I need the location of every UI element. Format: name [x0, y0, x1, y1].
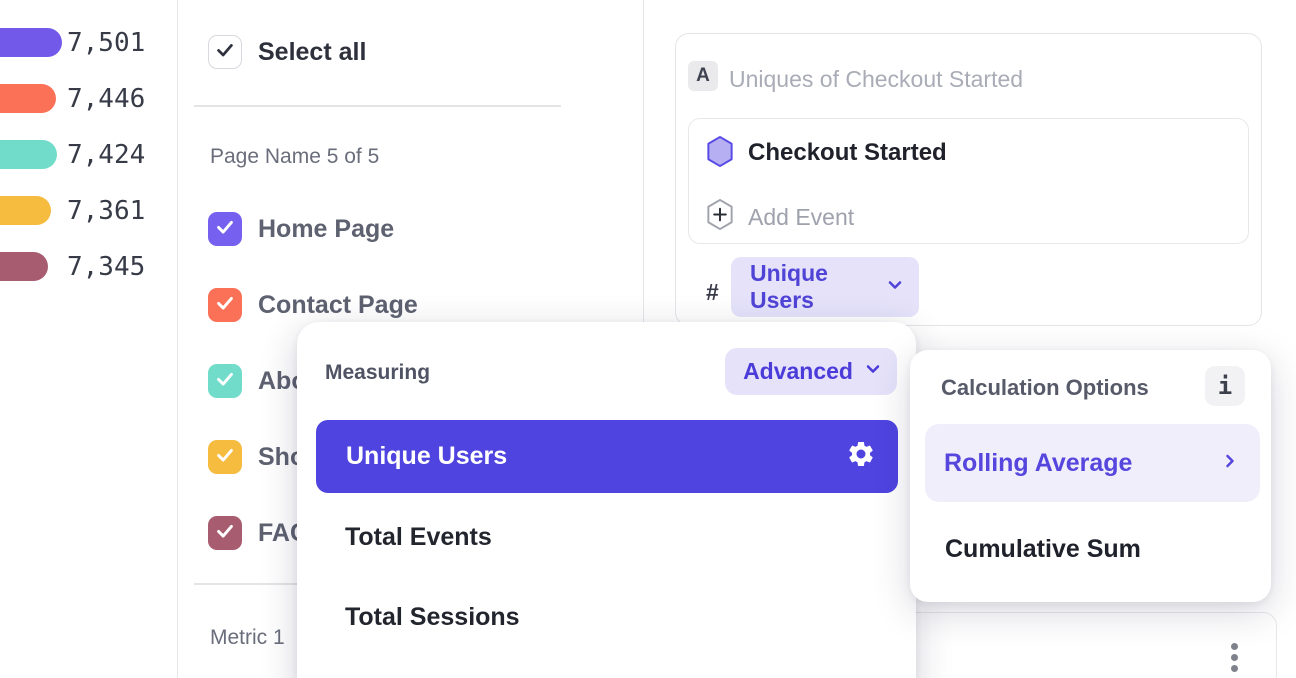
calculation-options-title: Calculation Options — [941, 374, 1149, 402]
check-icon — [214, 520, 236, 547]
select-all-checkbox[interactable] — [208, 35, 242, 69]
menu-item-label: Rolling Average — [944, 449, 1132, 478]
legend-value: 7,345 — [67, 252, 145, 282]
menu-item-cumulative-sum[interactable]: Cumulative Sum — [945, 534, 1141, 564]
checkbox-shop-page[interactable] — [208, 440, 242, 474]
checkbox-contact-page[interactable] — [208, 288, 242, 322]
advanced-mode-label: Advanced — [743, 358, 853, 385]
menu-item-label: Unique Users — [346, 442, 507, 471]
legend-bar — [0, 252, 48, 281]
check-icon — [214, 292, 236, 319]
add-event-icon — [705, 198, 735, 231]
checkbox-about-page[interactable] — [208, 364, 242, 398]
calculation-options-popup: Calculation Options i Rolling Average Cu… — [910, 350, 1271, 602]
legend-bar — [0, 84, 56, 113]
legend-value: 7,501 — [67, 28, 145, 58]
analytics-screen: 7,501 7,446 7,424 7,361 7,345 Select all… — [0, 0, 1296, 678]
info-glyph: i — [1218, 372, 1232, 400]
menu-item-total-sessions[interactable]: Total Sessions — [345, 602, 520, 632]
divider — [194, 105, 561, 107]
menu-item-unique-users[interactable]: Unique Users — [316, 420, 898, 493]
divider-legend — [177, 0, 178, 678]
chevron-down-icon — [863, 359, 883, 384]
metric-dropdown[interactable]: Unique Users — [731, 257, 919, 317]
measuring-title: Measuring — [325, 360, 430, 386]
check-icon — [214, 216, 236, 243]
check-icon — [214, 444, 236, 471]
series-name-input[interactable]: Uniques of Checkout Started — [729, 64, 1023, 94]
check-icon — [214, 368, 236, 395]
menu-item-rolling-average[interactable]: Rolling Average — [925, 424, 1260, 502]
legend-bar — [0, 140, 57, 169]
add-event-button[interactable]: Add Event — [748, 202, 854, 232]
checkbox-home-page[interactable] — [208, 212, 242, 246]
info-icon[interactable]: i — [1205, 366, 1245, 406]
chevron-down-icon — [885, 275, 905, 300]
event-hexagon-icon — [705, 135, 735, 168]
metric-symbol: # — [706, 275, 719, 309]
legend-bar — [0, 196, 51, 225]
metric-label: Metric 1 — [210, 625, 285, 651]
checkbox-faq-page[interactable] — [208, 516, 242, 550]
legend-bar — [0, 28, 62, 57]
menu-item-total-events[interactable]: Total Events — [345, 522, 492, 552]
query-builder-card: A Uniques of Checkout Started Checkout S… — [675, 33, 1262, 326]
select-all-label: Select all — [258, 35, 366, 69]
legend-value: 7,446 — [67, 84, 145, 114]
legend-value: 7,424 — [67, 140, 145, 170]
gear-icon[interactable] — [846, 439, 876, 474]
event-name[interactable]: Checkout Started — [748, 138, 947, 168]
group-label: Page Name 5 of 5 — [210, 144, 379, 170]
measuring-dropdown: Measuring Advanced Unique Users Total Ev… — [297, 322, 916, 678]
chevron-right-icon — [1220, 451, 1240, 476]
metric-dropdown-value: Unique Users — [750, 260, 885, 314]
legend-value: 7,361 — [67, 196, 145, 226]
kebab-menu-icon[interactable] — [1222, 637, 1246, 677]
page-row-label: Home Page — [258, 212, 394, 246]
series-badge: A — [688, 61, 718, 91]
page-row-label: Contact Page — [258, 288, 418, 322]
advanced-mode-dropdown[interactable]: Advanced — [725, 348, 897, 395]
event-card: Checkout Started Add Event — [688, 118, 1249, 244]
check-icon — [214, 39, 236, 66]
